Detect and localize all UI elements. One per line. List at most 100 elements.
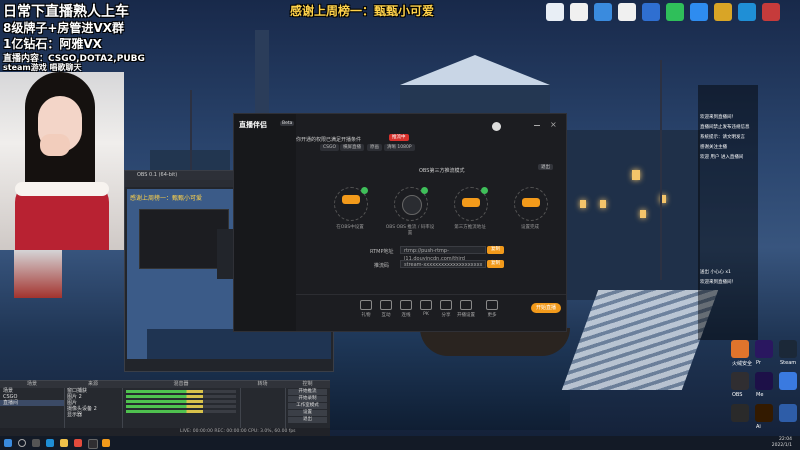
rtmp-address-field[interactable]: rtmp://push-rtmp-l11.douyincdn.com/third: [400, 246, 486, 262]
step-core: [342, 195, 360, 204]
more-icon: [486, 300, 498, 310]
avatar[interactable]: [492, 122, 501, 131]
step-3-label: 第三方推流地址: [454, 225, 486, 230]
doc-icon[interactable]: [546, 3, 564, 21]
windows-start-icon[interactable]: [4, 439, 12, 447]
settings-button[interactable]: 设置: [288, 410, 327, 416]
resolution-chip[interactable]: 清晰 1080P: [384, 144, 415, 151]
tree: [660, 60, 662, 280]
check-icon: [421, 187, 428, 194]
chat-message: 欢迎来到直播间！: [700, 115, 736, 120]
file-icon[interactable]: [618, 3, 636, 21]
chat-message: 欢迎来到直播间！: [700, 280, 736, 285]
step-core: [402, 195, 422, 215]
live-companion-taskbar-icon[interactable]: [102, 439, 110, 447]
chat-message: 系统提示：请文明发言: [700, 135, 745, 140]
studio-mode-button[interactable]: 工作室模式: [288, 403, 327, 409]
overlay-line-2: 8级牌子+房管进VX群: [3, 21, 124, 35]
edge-icon[interactable]: [738, 3, 756, 21]
zoom-icon[interactable]: [690, 3, 708, 21]
tool-pk[interactable]: PK: [416, 300, 436, 317]
app-icon[interactable]: [779, 404, 797, 422]
tool-settings[interactable]: 开播设置: [456, 300, 476, 318]
start-live-button[interactable]: 开始直播: [531, 303, 561, 313]
quality-chip[interactable]: 原画: [367, 144, 382, 151]
stream-key-field[interactable]: stream-xxxxxxxxxxxxxxxxxxxx: [400, 260, 486, 268]
tool-label: 连线: [401, 313, 411, 318]
step-1: [334, 187, 368, 221]
orientation-chip[interactable]: 横屏直播: [340, 144, 364, 151]
audio-meter: [126, 405, 236, 408]
app-icon[interactable]: [74, 439, 82, 447]
desktop-icon-label: Me: [756, 392, 764, 398]
media-encoder-icon[interactable]: [755, 372, 773, 390]
overlay-line-1: 日常下直播熟人上车: [3, 4, 129, 20]
exit-mode-button[interactable]: 退出: [538, 164, 553, 170]
source-item[interactable]: 显示器: [64, 412, 122, 418]
obs-taskbar-icon[interactable]: [88, 439, 98, 449]
exit-button[interactable]: 退出: [288, 417, 327, 423]
step-2: [394, 187, 428, 221]
file-icon[interactable]: [570, 3, 588, 21]
zb-sidebar: [234, 114, 296, 331]
window-light: [600, 200, 606, 208]
wechat-icon[interactable]: [666, 3, 684, 21]
webcam-feed-small: [14, 250, 62, 298]
shield-icon[interactable]: [731, 340, 749, 358]
audio-meter: [126, 390, 236, 393]
copy-rtmp-button[interactable]: 复制: [487, 246, 504, 254]
app-icon[interactable]: [762, 3, 780, 21]
pk-icon: [420, 300, 432, 310]
desktop-icon-label: Ai: [756, 424, 761, 430]
zb-subtitle: 你开通的权限已满足开播条件: [296, 137, 362, 143]
game-icon[interactable]: [731, 404, 749, 422]
rtmp-label: RTMP地址: [370, 249, 394, 255]
close-icon[interactable]: ×: [550, 120, 557, 129]
taskview-icon[interactable]: [32, 439, 40, 447]
obs-icon[interactable]: [731, 372, 749, 390]
check-icon: [481, 187, 488, 194]
interact-icon: [380, 300, 392, 310]
chat-message: 感谢关注主播: [700, 145, 727, 150]
premiere-icon[interactable]: [755, 340, 773, 358]
clock-date: 2022/1/1: [771, 443, 792, 448]
tool-label: 更多: [487, 313, 497, 318]
snowy-stairs: [561, 290, 719, 390]
boat: [420, 328, 570, 356]
illustrator-icon[interactable]: [755, 404, 773, 422]
chat-message: 直播间禁止发布违规信息: [700, 125, 750, 130]
tool-gift[interactable]: 礼物: [356, 300, 376, 318]
app-icon[interactable]: [779, 372, 797, 390]
steam-icon[interactable]: [779, 340, 797, 358]
stream-key-label: 推流码: [374, 263, 390, 269]
folder-icon[interactable]: [60, 439, 68, 447]
search-icon[interactable]: [18, 439, 26, 447]
game-icon[interactable]: [714, 3, 732, 21]
browser-icon[interactable]: [594, 3, 612, 21]
tool-label: 开播设置: [457, 313, 475, 318]
app-icon[interactable]: [642, 3, 660, 21]
minimize-icon[interactable]: [534, 125, 540, 126]
overlay-thanks: 感谢上周榜一：甄甄小可爱: [290, 4, 435, 18]
desktop-icon-label: Pr: [756, 360, 761, 366]
tool-label: 礼物: [361, 313, 371, 318]
taskbar: 22:04 2022/1/1: [0, 436, 800, 450]
webcam-feed: [0, 72, 124, 250]
tool-interact[interactable]: 互动: [376, 300, 396, 318]
chat-message: 送出 小心心 x1: [700, 270, 731, 275]
tool-connect[interactable]: 连线: [396, 300, 416, 318]
start-recording-button[interactable]: 开始录制: [288, 396, 327, 402]
scene-item[interactable]: 直播间: [0, 400, 64, 406]
category-chip[interactable]: CSGO: [320, 144, 340, 151]
start-streaming-button[interactable]: 开始推流: [288, 389, 327, 395]
mixer-header: 混音器: [122, 381, 240, 388]
tool-share[interactable]: 分享: [436, 300, 456, 318]
webcam-fur-trim: [15, 182, 109, 196]
step-1-label: 在OBS中设置: [336, 225, 364, 230]
tool-label: PK: [423, 312, 429, 317]
edge-icon[interactable]: [46, 439, 54, 447]
tool-more[interactable]: 更多: [482, 300, 502, 318]
house: [560, 130, 700, 300]
lamp-light: [632, 170, 640, 180]
copy-key-button[interactable]: 复制: [487, 260, 504, 268]
